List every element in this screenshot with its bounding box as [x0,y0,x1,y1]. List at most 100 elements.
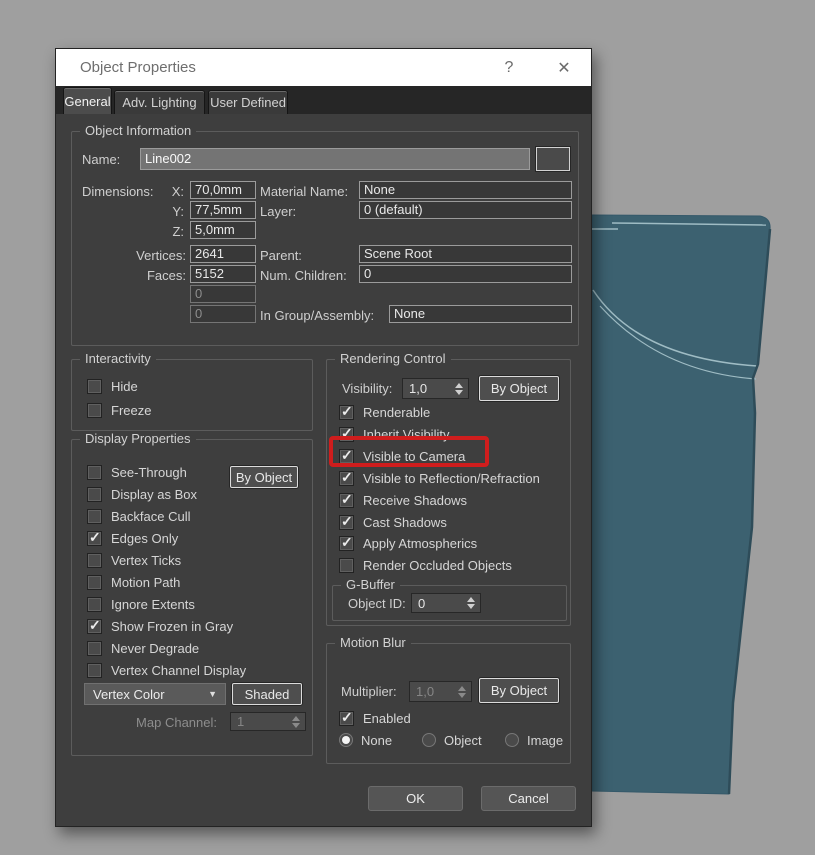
checkbox-render-occluded-objects[interactable]: Render Occluded Objects [339,557,512,573]
dimensions-label: Dimensions: [82,184,154,199]
dim-z-field[interactable]: 5,0mm [190,221,256,239]
group-title: Object Information [80,123,197,138]
checkbox-box[interactable] [339,469,354,486]
checkbox-box[interactable] [339,491,354,508]
checkbox-box[interactable] [339,557,354,573]
name-extra-button[interactable] [536,147,570,171]
checkbox-box[interactable] [87,662,102,678]
checkbox-box[interactable] [87,640,102,656]
tab-general[interactable]: General [63,87,112,114]
checkbox-hide[interactable]: Hide [87,378,138,394]
checkbox-box[interactable] [87,529,102,546]
vertex-color-dropdown[interactable]: Vertex Color ▼ [84,683,226,705]
tab-adv-lighting[interactable]: Adv. Lighting [114,90,205,114]
material-name-field[interactable]: None [359,181,572,199]
radio-button[interactable] [422,733,436,747]
radio-none[interactable]: None [339,732,392,748]
titlebar[interactable]: Object Properties ? ✕ [56,49,591,86]
radio-label: Image [527,732,564,748]
checkbox-visible-to-reflection-refraction[interactable]: Visible to Reflection/Refraction [339,469,540,486]
object-body [591,214,771,795]
checkbox-enabled[interactable]: Enabled [339,709,411,726]
group-gbuffer: G-Buffer Object ID: 0 [332,577,567,621]
tab-strip: General Adv. Lighting User Defined [56,86,591,114]
dialog-title: Object Properties [80,59,196,76]
spare-field-2: 0 [190,305,256,323]
checkbox-box[interactable] [87,378,102,394]
name-label: Name: [82,152,121,167]
checkbox-box[interactable] [87,617,102,634]
group-display-properties: Display Properties See-Through By Object… [71,431,313,756]
rendering-by-object-button[interactable]: By Object [479,376,559,401]
checkbox-edges-only[interactable]: Edges Only [87,529,179,546]
checkbox-ignore-extents[interactable]: Ignore Extents [87,596,195,612]
annotation-highlight-visible-to-camera [329,436,489,467]
checkbox-label: Edges Only [111,530,179,546]
checkbox-box[interactable] [339,403,354,420]
visibility-spinner[interactable]: 1,0 [402,378,469,399]
checkbox-label: Receive Shadows [363,492,468,508]
checkbox-label: Never Degrade [111,640,200,656]
checkbox-vertex-ticks[interactable]: Vertex Ticks [87,552,181,568]
tab-user-defined[interactable]: User Defined [208,90,288,114]
checkbox-label: Freeze [111,402,152,418]
checkbox-box[interactable] [87,508,102,524]
checkbox-box[interactable] [87,574,102,590]
spinner-arrows-icon[interactable] [455,382,468,395]
checkbox-label: Ignore Extents [111,596,195,612]
checkbox-never-degrade[interactable]: Never Degrade [87,640,199,656]
checkbox-box[interactable] [87,552,102,568]
checkbox-vertex-channel-display[interactable]: Vertex Channel Display [87,662,246,678]
checkbox-box[interactable] [87,402,102,418]
checkbox-box[interactable] [87,464,102,480]
checkbox-label: Renderable [363,404,431,420]
checkbox-apply-atmospherics[interactable]: Apply Atmospherics [339,534,477,551]
checkbox-label: Hide [111,378,138,394]
radio-button[interactable] [339,733,353,747]
checkbox-backface-cull[interactable]: Backface Cull [87,508,190,524]
parent-label: Parent: [260,248,302,263]
spinner-value: 1,0 [409,381,428,396]
checkbox-box[interactable] [87,596,102,612]
checkbox-box[interactable] [339,709,354,726]
dim-y-field[interactable]: 77,5mm [190,201,256,219]
checkbox-show-frozen-in-gray[interactable]: Show Frozen in Gray [87,617,233,634]
radio-object[interactable]: Object [422,732,482,748]
checkbox-label: Vertex Channel Display [111,662,247,678]
viewport-3d-object [590,214,772,795]
chevron-down-icon: ▼ [208,689,217,699]
motion-blur-by-object-button[interactable]: By Object [479,678,559,703]
group-title: Interactivity [80,351,156,366]
shaded-button[interactable]: Shaded [232,683,302,705]
dim-x-field[interactable]: 70,0mm [190,181,256,199]
faces-label: Faces: [146,268,186,283]
group-title: G-Buffer [341,577,400,592]
checkbox-box[interactable] [339,534,354,551]
checkbox-box[interactable] [339,513,354,530]
help-icon[interactable]: ? [494,49,524,86]
ok-button[interactable]: OK [368,786,463,811]
name-input[interactable]: Line002 [140,148,530,170]
group-title: Display Properties [80,431,196,446]
checkbox-receive-shadows[interactable]: Receive Shadows [339,491,468,508]
checkbox-box[interactable] [87,486,102,502]
spinner-value: 1 [237,714,245,729]
dropdown-value: Vertex Color [93,686,165,702]
layer-field[interactable]: 0 (default) [359,201,572,219]
spinner-value: 1,0 [416,684,435,699]
checkbox-freeze[interactable]: Freeze [87,402,151,418]
object-id-spinner[interactable]: 0 [411,593,481,613]
checkbox-see-through[interactable]: See-Through [87,464,187,480]
cancel-button[interactable]: Cancel [481,786,576,811]
checkbox-cast-shadows[interactable]: Cast Shadows [339,513,447,530]
radio-image[interactable]: Image [505,732,563,748]
material-name-label: Material Name: [260,184,349,199]
display-by-object-button[interactable]: By Object [230,466,298,488]
radio-button[interactable] [505,733,519,747]
checkbox-display-as-box[interactable]: Display as Box [87,486,197,502]
checkbox-motion-path[interactable]: Motion Path [87,574,180,590]
close-icon[interactable]: ✕ [549,49,579,86]
checkbox-renderable[interactable]: Renderable [339,403,431,420]
group-motion-blur: Motion Blur Multiplier: 1,0 By Object En… [326,635,571,764]
spinner-arrows-icon[interactable] [467,597,480,609]
